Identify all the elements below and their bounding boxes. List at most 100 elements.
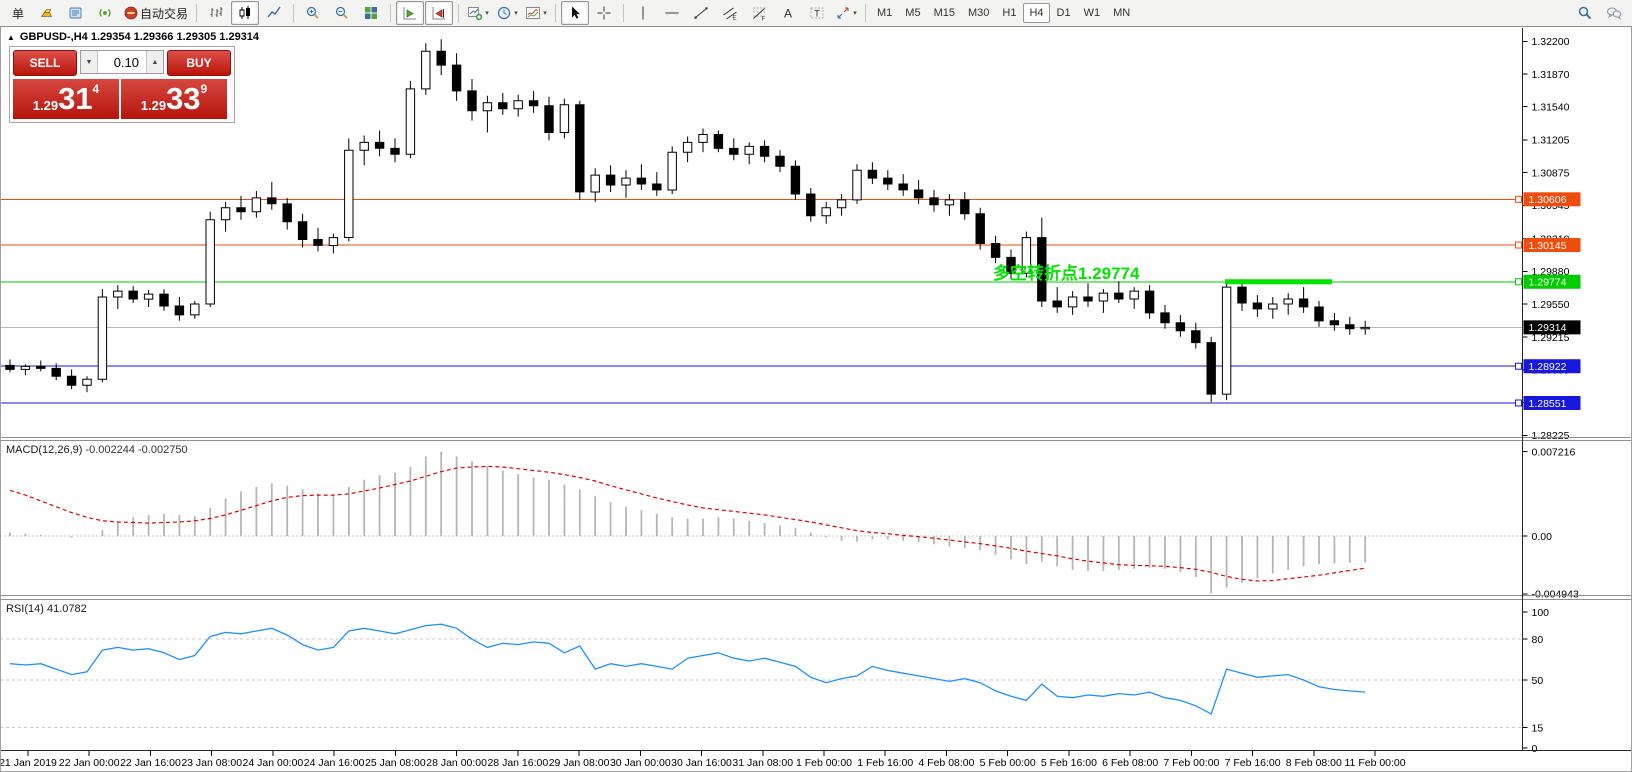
crosshair-icon: [596, 5, 612, 21]
candlestick-chart-button[interactable]: [231, 1, 259, 25]
rsi-indicator-label: RSI(14) 41.0782: [6, 603, 87, 615]
buy-button[interactable]: BUY: [167, 50, 231, 76]
chevron-down-icon[interactable]: ▾: [514, 9, 518, 17]
bid-price-box[interactable]: 1.29 31 4: [13, 79, 119, 119]
macd-name: MACD(12,26,9): [6, 444, 82, 456]
zoom-out-button[interactable]: [328, 1, 356, 25]
cursor-button[interactable]: [561, 1, 589, 25]
vertical-line-button[interactable]: [629, 1, 657, 25]
horizontal-line-button[interactable]: [658, 1, 686, 25]
timeframe-m1-button[interactable]: M1: [871, 3, 898, 23]
indicators-button[interactable]: ▾: [522, 1, 550, 25]
volume-increase-button[interactable]: ▲: [146, 51, 163, 73]
chat-icon: [1606, 5, 1622, 21]
timeframe-h4-button[interactable]: H4: [1023, 3, 1049, 23]
level-handle[interactable]: [1516, 363, 1522, 369]
time-axis-label: 24 Jan 00:00: [243, 757, 304, 769]
profiles-button[interactable]: ▾: [493, 1, 521, 25]
new-order-button[interactable]: 单: [4, 1, 32, 25]
time-axis-label: 23 Jan 08:00: [181, 757, 242, 769]
timeframe-m5-button[interactable]: M5: [899, 3, 926, 23]
timeframe-m15-button[interactable]: M15: [928, 3, 961, 23]
price-axis-label: 1.32200: [1532, 36, 1570, 48]
time-axis-label: 7 Feb 16:00: [1225, 757, 1281, 769]
tile-windows-button[interactable]: [357, 1, 385, 25]
timeframe-d1-button[interactable]: D1: [1051, 3, 1077, 23]
fibo-icon: F: [751, 5, 767, 21]
signals-button[interactable]: [91, 1, 119, 25]
volume-input[interactable]: 0.10: [98, 51, 146, 73]
trendline-button[interactable]: [687, 1, 715, 25]
arrow-objects-button[interactable]: ▾: [832, 1, 860, 25]
line-chart-button[interactable]: [260, 1, 288, 25]
text-button[interactable]: A: [774, 1, 802, 25]
text-label-button[interactable]: T: [803, 1, 831, 25]
arrows-icon: [835, 5, 851, 21]
toolbar-separator: [293, 4, 294, 22]
crosshair-button[interactable]: [590, 1, 618, 25]
annotation-text[interactable]: 多空转折点1.29774: [993, 263, 1140, 283]
timeframe-h1-button[interactable]: H1: [996, 3, 1022, 23]
time-axis-label: 5 Feb 16:00: [1041, 757, 1097, 769]
search-button[interactable]: [1571, 1, 1599, 25]
rsi-axis-label: 0: [1532, 743, 1538, 755]
chart-window-button[interactable]: [33, 1, 61, 25]
fibonacci-button[interactable]: F: [745, 1, 773, 25]
level-handle[interactable]: [1516, 242, 1522, 248]
chart-canvas: 多空转折点1.297741.322001.318701.315401.31205…: [0, 0, 1632, 772]
channel-icon: E: [722, 5, 738, 21]
price-axis-label: 1.31870: [1532, 69, 1570, 81]
toolbar-separator: [865, 4, 866, 22]
bar-chart-button[interactable]: [202, 1, 230, 25]
time-axis-label: 30 Jan 16:00: [671, 757, 732, 769]
auto-scroll-button[interactable]: [396, 1, 424, 25]
shift-icon: [431, 5, 447, 21]
toolbar-separator: [458, 4, 459, 22]
sell-button[interactable]: SELL: [13, 50, 77, 76]
tile-icon: [363, 5, 379, 21]
time-axis-label: 1 Feb 00:00: [796, 757, 852, 769]
chart-shift-button[interactable]: [425, 1, 453, 25]
gold-icon: [39, 5, 55, 21]
time-axis-label: 22 Jan 16:00: [120, 757, 181, 769]
rsi-axis-label: 50: [1532, 675, 1544, 687]
tline-icon: [693, 5, 709, 21]
price-badge-label: 1.30145: [1529, 240, 1567, 252]
toolbar-separator: [196, 4, 197, 22]
time-axis-label: 30 Jan 00:00: [610, 757, 671, 769]
price-badge-label: 1.29314: [1529, 322, 1567, 334]
ask-price-box[interactable]: 1.29 33 9: [121, 79, 227, 119]
macd-axis-label: 0.00: [1532, 531, 1553, 543]
timeframe-w1-button[interactable]: W1: [1078, 3, 1107, 23]
market-depth-button[interactable]: [62, 1, 90, 25]
level-handle[interactable]: [1516, 196, 1522, 202]
time-axis-label: 5 Feb 00:00: [980, 757, 1036, 769]
chat-button[interactable]: [1600, 1, 1628, 25]
level-handle[interactable]: [1516, 400, 1522, 406]
zoom-in-button[interactable]: [299, 1, 327, 25]
newchart-icon: [467, 5, 483, 21]
new-order-button-label: 单: [12, 5, 24, 22]
time-axis-label: 28 Jan 16:00: [487, 757, 548, 769]
indicator-icon: [525, 5, 541, 21]
time-axis-label: 4 Feb 08:00: [918, 757, 974, 769]
time-axis-label: 29 Jan 08:00: [549, 757, 610, 769]
vline-icon: [635, 5, 651, 21]
svg-text:F: F: [762, 17, 766, 22]
chevron-down-icon[interactable]: ▾: [485, 9, 489, 17]
equidistant-channel-button[interactable]: E: [716, 1, 744, 25]
new-chart-button[interactable]: ▾: [464, 1, 492, 25]
collapse-panel-icon[interactable]: ▲: [7, 33, 15, 42]
volume-decrease-button[interactable]: ▼: [81, 51, 98, 73]
timeframe-m30-button[interactable]: M30: [962, 3, 995, 23]
rsi-axis-label: 80: [1532, 634, 1544, 646]
rsi-axis-label: 15: [1532, 722, 1544, 734]
chevron-down-icon[interactable]: ▾: [853, 9, 857, 17]
bid-prefix: 1.29: [33, 98, 58, 113]
autotrading-button[interactable]: 自动交易: [120, 1, 191, 25]
timeframe-mn-button[interactable]: MN: [1107, 3, 1136, 23]
symbol-ohlc-text: GBPUSD-,H4 1.29354 1.29366 1.29305 1.293…: [20, 31, 259, 43]
chevron-down-icon[interactable]: ▾: [543, 9, 547, 17]
time-axis-label: 28 Jan 00:00: [426, 757, 487, 769]
level-handle[interactable]: [1516, 279, 1522, 285]
